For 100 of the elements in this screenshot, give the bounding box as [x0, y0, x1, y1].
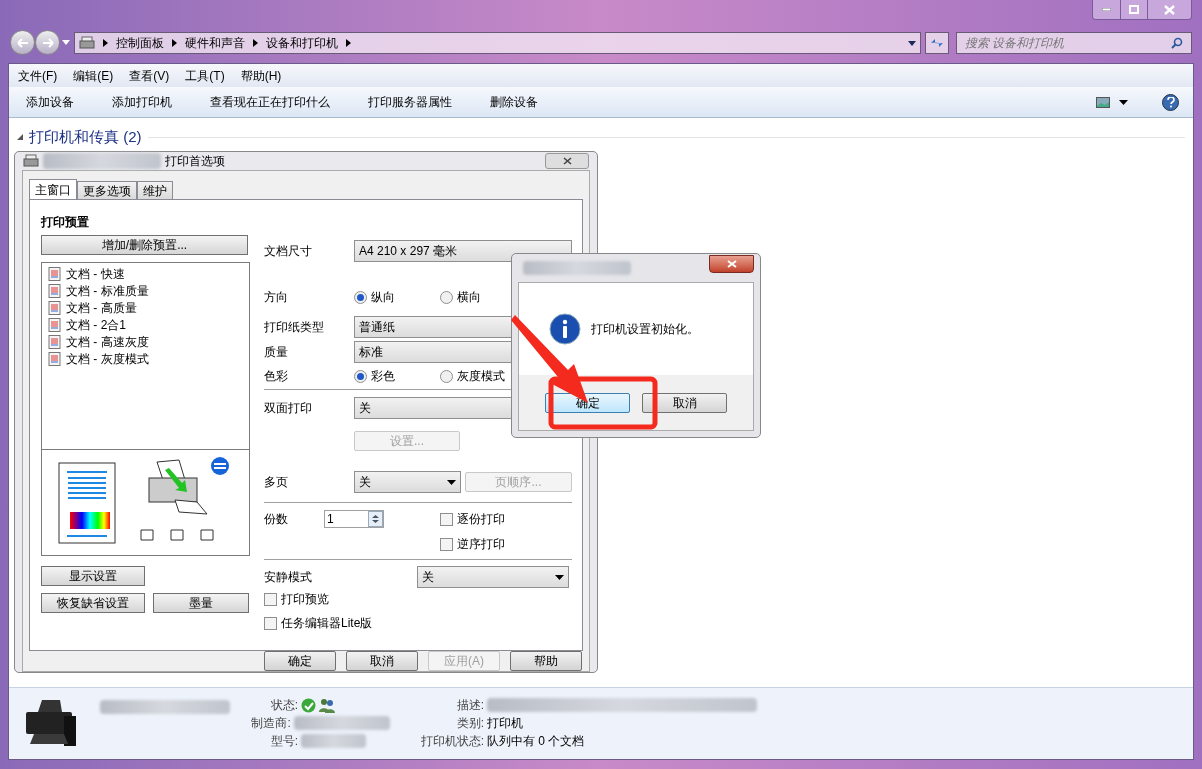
restore-defaults-button[interactable]: 恢复缺省设置	[41, 593, 145, 613]
radio-button[interactable]	[440, 290, 453, 304]
forward-arrow-icon	[41, 37, 54, 48]
search-icon	[1171, 37, 1183, 49]
preset-item[interactable]: 文档 - 2合1	[66, 315, 126, 334]
maximize-button[interactable]	[1120, 0, 1147, 19]
checkbox[interactable]	[264, 592, 277, 606]
document-icon	[48, 283, 61, 298]
field-label: 份数	[264, 511, 289, 528]
printer-icon	[23, 154, 39, 168]
field-label: 多页	[264, 474, 289, 491]
help-icon	[1166, 96, 1175, 108]
printer-icon	[79, 36, 95, 50]
copies-spinner[interactable]: 1	[324, 510, 384, 528]
minimize-icon	[1102, 8, 1111, 11]
command-button[interactable]: 添加设备	[26, 93, 74, 111]
section-heading: 打印预置	[41, 214, 90, 231]
caret-icon	[555, 574, 564, 580]
forward-button[interactable]	[35, 30, 60, 55]
checkbox-label: 逐份打印	[457, 511, 505, 528]
close-button[interactable]	[545, 153, 589, 169]
radio-button[interactable]	[440, 369, 453, 383]
radio-label: 纵向	[371, 289, 395, 306]
dialog-button[interactable]: 帮助	[510, 651, 582, 671]
caret-icon	[447, 479, 456, 485]
close-icon	[562, 157, 572, 165]
preset-item[interactable]: 文档 - 高速灰度	[66, 332, 149, 351]
tab[interactable]: 维护	[137, 181, 173, 199]
detail-label: 型号:	[269, 733, 298, 750]
document-icon	[48, 317, 61, 332]
breadcrumb-item[interactable]: 硬件和声音	[185, 34, 245, 52]
menu-item[interactable]: 工具(T)	[185, 66, 225, 85]
back-button[interactable]	[10, 30, 35, 55]
menu-item[interactable]: 帮助(H)	[240, 66, 282, 85]
refresh-button[interactable]	[925, 32, 950, 54]
preset-item[interactable]: 文档 - 标准质量	[66, 281, 149, 300]
dropdown[interactable]: 关	[417, 566, 569, 588]
field-label: 质量	[264, 344, 289, 361]
command-button[interactable]: 删除设备	[490, 93, 538, 111]
field-label: 文档尺寸	[264, 243, 313, 260]
dialog-title: 打印首选项	[165, 153, 225, 170]
blurred-text	[301, 734, 366, 748]
checkbox-label: 任务编辑器Lite版	[281, 615, 373, 632]
radio-label: 横向	[457, 289, 481, 306]
command-button[interactable]: 打印服务器属性	[368, 93, 452, 111]
dropdown[interactable]: 关	[354, 471, 461, 493]
menu-item[interactable]: 文件(F)	[18, 66, 58, 85]
help-button[interactable]	[1162, 93, 1179, 111]
refresh-icon	[930, 37, 945, 49]
checkbox[interactable]	[264, 616, 277, 630]
close-button[interactable]	[709, 255, 754, 273]
breadcrumb-item[interactable]: 控制面板	[116, 34, 164, 52]
group-header[interactable]: 打印机和传真 (2)	[29, 126, 142, 149]
dialog-button[interactable]: 确定	[264, 651, 336, 671]
dialog-button[interactable]: 取消	[346, 651, 418, 671]
preset-item[interactable]: 文档 - 灰度模式	[66, 349, 149, 368]
document-icon	[48, 351, 61, 366]
close-icon	[1164, 4, 1175, 15]
menu-item[interactable]: 编辑(E)	[73, 66, 114, 85]
chevron-icon	[103, 39, 108, 47]
picture-view-icon	[1096, 96, 1110, 108]
radio-button[interactable]	[354, 290, 367, 304]
display-settings-button[interactable]: 显示设置	[41, 566, 145, 586]
presets-button[interactable]: 增加/删除预置...	[41, 235, 248, 255]
detail-label: 打印机状态:	[419, 733, 484, 750]
view-button[interactable]	[1096, 96, 1128, 108]
command-button[interactable]: 添加打印机	[112, 93, 172, 111]
info-icon	[549, 313, 581, 345]
chevron-icon	[172, 39, 177, 47]
field-label: 双面打印	[264, 400, 313, 417]
menu-item[interactable]: 查看(V)	[129, 66, 170, 85]
preset-item[interactable]: 文档 - 快速	[66, 264, 125, 283]
dropdown[interactable]: A4 210 x 297 毫米	[354, 240, 572, 262]
command-button[interactable]: 查看现在正在打印什么	[210, 93, 330, 111]
dialog-button[interactable]: 取消	[642, 392, 727, 413]
checkbox[interactable]	[440, 537, 453, 551]
back-arrow-icon	[16, 37, 29, 48]
dropdown-arrow-icon	[62, 40, 70, 45]
spinner-arrows-icon	[368, 511, 383, 527]
document-icon	[48, 266, 61, 281]
message-text: 打印机设置初始化。	[591, 321, 699, 338]
radio-label: 灰度模式	[457, 368, 505, 385]
tab[interactable]: 更多选项	[77, 181, 137, 199]
detail-value: 队列中有 0 个文档	[487, 733, 585, 750]
detail-label: 制造商:	[250, 715, 291, 732]
field-label: 方向	[264, 289, 289, 306]
checkbox[interactable]	[440, 512, 453, 526]
ink-levels-button[interactable]: 墨量	[153, 593, 249, 613]
tab[interactable]: 主窗口	[29, 179, 77, 199]
address-bar[interactable]: 控制面板 硬件和声音 设备和打印机	[74, 32, 922, 54]
maximize-icon	[1129, 5, 1139, 14]
field-label: 安静模式	[264, 569, 313, 586]
radio-button[interactable]	[354, 369, 367, 383]
close-button[interactable]	[1147, 0, 1191, 19]
breadcrumb-item[interactable]: 设备和打印机	[266, 34, 338, 52]
preset-item[interactable]: 文档 - 高质量	[66, 298, 137, 317]
checkbox-label: 打印预览	[281, 591, 329, 608]
expanded-icon[interactable]	[17, 134, 23, 141]
detail-label: 状态:	[269, 697, 298, 714]
chevron-icon	[346, 39, 351, 47]
